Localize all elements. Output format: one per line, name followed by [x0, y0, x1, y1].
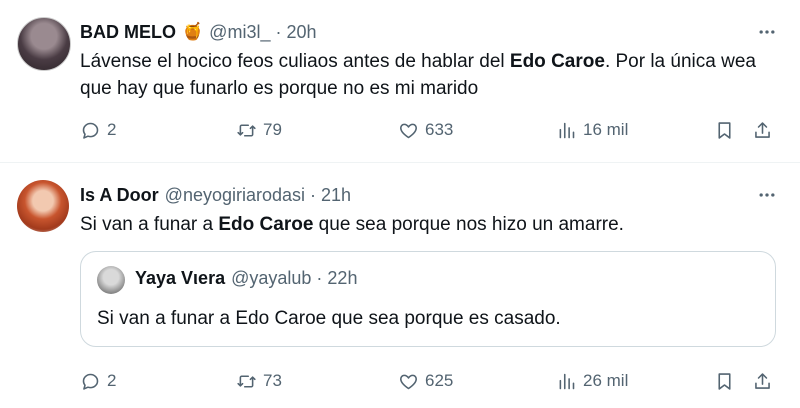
- action-bar: 2 79 633 16 mil: [80, 116, 780, 144]
- views-icon: [559, 122, 575, 138]
- retweet-icon: [237, 123, 256, 137]
- reply-icon: [82, 373, 99, 390]
- share-icon: [755, 372, 770, 389]
- avatar[interactable]: [17, 17, 71, 71]
- tweet[interactable]: BAD MELO 🍯 @mi3l_ · 20h Lávense el hocic…: [0, 0, 800, 162]
- like-icon: [400, 123, 417, 138]
- tweet-text: Lávense el hocico feos culiaos antes de …: [80, 51, 756, 99]
- tweet-header: BAD MELO 🍯 @mi3l_ · 20h: [80, 20, 317, 44]
- quoted-tweet[interactable]: Yaya Vιera @yayalub · 22h Si van a funar…: [80, 251, 776, 347]
- like-count: 625: [425, 371, 454, 390]
- retweet-count: 79: [263, 120, 282, 139]
- mention-highlight: Edo Caroe: [218, 214, 314, 235]
- separator-dot: ·: [275, 21, 282, 42]
- views-icon: [559, 373, 575, 389]
- views-count: 26 mil: [583, 371, 629, 390]
- tweet[interactable]: Is A Door @neyogiriarodasi · 21h Si van …: [0, 163, 800, 408]
- quote-user-handle: @yayalub: [231, 268, 312, 288]
- like-icon: [400, 374, 417, 389]
- tweet-header: Is A Door @neyogiriarodasi · 21h: [80, 183, 351, 207]
- quote-text: Si van a funar a Edo Caroe que sea porqu…: [97, 308, 561, 329]
- retweet-button[interactable]: 79: [236, 116, 282, 144]
- user-handle[interactable]: @mi3l_: [209, 22, 270, 43]
- share-icon: [755, 121, 770, 138]
- tweet-text: Si van a funar a Edo Caroe que sea porqu…: [80, 214, 624, 235]
- honey-pot-emoji: 🍯: [182, 22, 204, 41]
- user-handle[interactable]: @neyogiriarodasi: [165, 185, 305, 206]
- action-bar: 2 73 625 26 mil: [80, 367, 780, 395]
- views-count: 16 mil: [583, 120, 629, 139]
- separator-dot: ·: [310, 184, 317, 205]
- timestamp[interactable]: 21h: [321, 185, 351, 206]
- mention-highlight: Edo Caroe: [509, 51, 605, 72]
- more-icon[interactable]: [756, 185, 778, 205]
- like-button[interactable]: 625: [398, 367, 453, 395]
- separator-dot: ·: [316, 268, 323, 288]
- views-button[interactable]: 26 mil: [556, 367, 628, 395]
- retweet-button[interactable]: 73: [236, 367, 282, 395]
- quote-avatar: [97, 266, 125, 294]
- bookmark-icon: [718, 372, 731, 390]
- bookmark-icon: [718, 121, 731, 139]
- share-button[interactable]: [752, 116, 773, 144]
- views-button[interactable]: 16 mil: [556, 116, 628, 144]
- quote-timestamp: 22h: [327, 268, 358, 288]
- share-button[interactable]: [752, 367, 773, 395]
- timestamp[interactable]: 20h: [286, 22, 316, 43]
- reply-button[interactable]: 2: [80, 367, 116, 395]
- like-count: 633: [425, 120, 454, 139]
- avatar[interactable]: [17, 180, 69, 232]
- retweet-count: 73: [263, 371, 282, 390]
- retweet-icon: [237, 374, 256, 388]
- reply-icon: [82, 122, 99, 139]
- reply-button[interactable]: 2: [80, 116, 116, 144]
- more-icon[interactable]: [756, 22, 778, 42]
- reply-count: 2: [107, 120, 117, 139]
- display-name[interactable]: Is A Door: [80, 185, 159, 206]
- quote-header: Yaya Vιera @yayalub · 22h: [135, 268, 357, 289]
- bookmark-button[interactable]: [714, 116, 735, 144]
- quote-display-name: Yaya Vιera: [135, 268, 226, 288]
- bookmark-button[interactable]: [714, 367, 735, 395]
- reply-count: 2: [107, 371, 117, 390]
- like-button[interactable]: 633: [398, 116, 453, 144]
- display-name[interactable]: BAD MELO: [80, 22, 176, 43]
